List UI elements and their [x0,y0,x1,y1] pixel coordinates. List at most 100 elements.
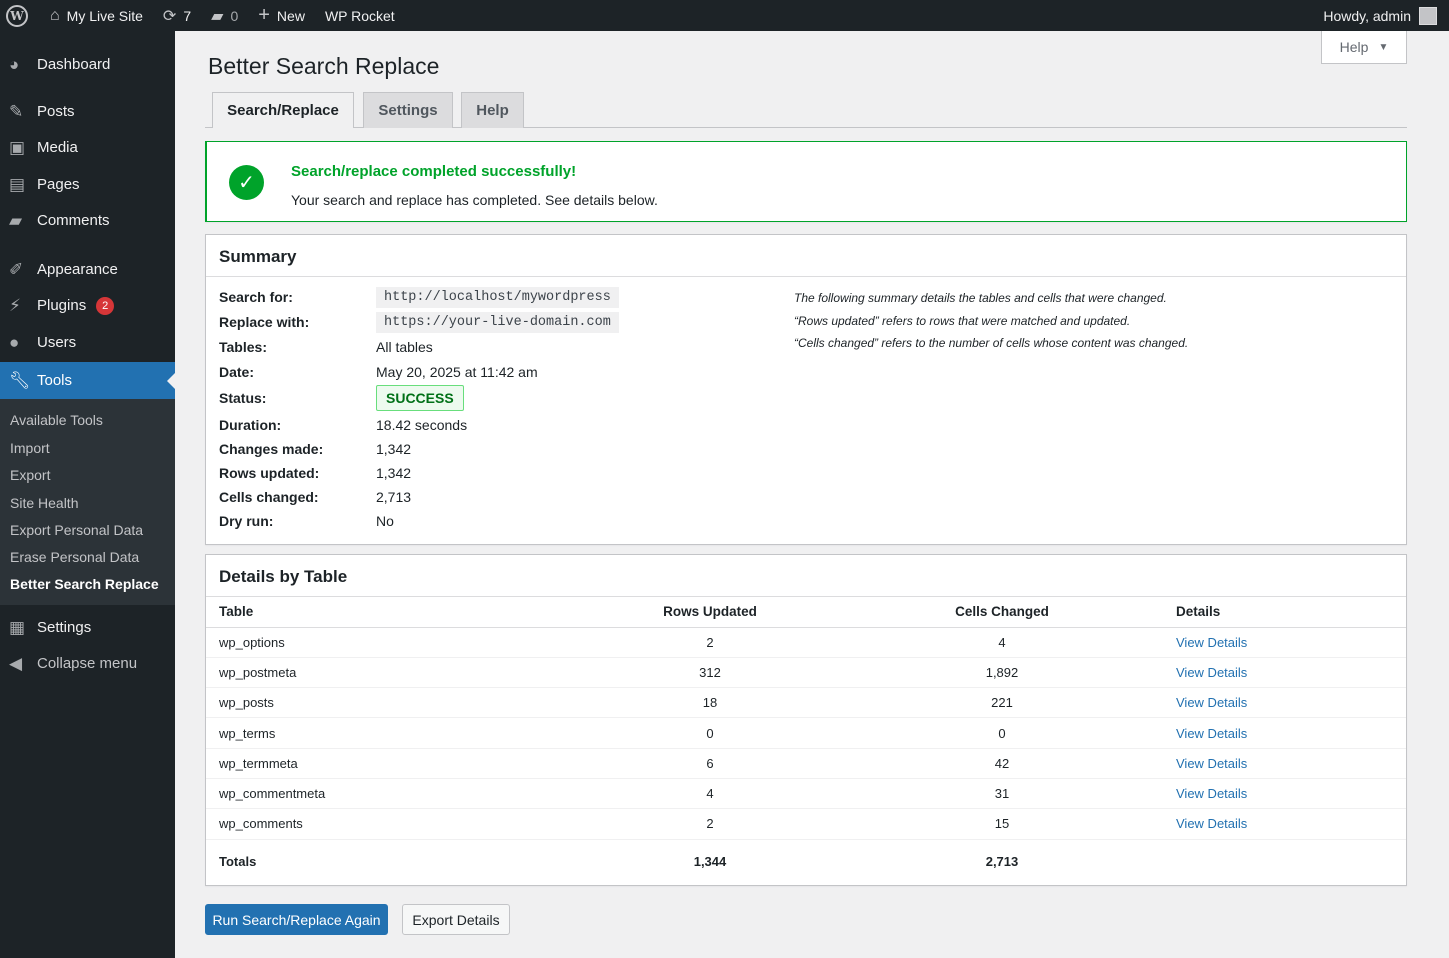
tab-search-replace[interactable]: Search/Replace [212,92,354,128]
run-search-replace-again-button[interactable]: Run Search/Replace Again [205,904,388,935]
column-header-details: Details [1146,597,1406,628]
plug-icon: ⚡ [9,295,21,315]
summary-title: Summary [206,235,1406,277]
export-details-button[interactable]: Export Details [402,904,510,935]
table-row: wp_commentmeta 4 31 View Details [206,778,1406,810]
sidebar-item-appearance[interactable]: ✐ Appearance [0,256,175,283]
sidebar-item-dashboard[interactable]: ◕ Dashboard [0,51,175,78]
cells-changed-cell: 221 [858,687,1146,719]
sidebar-item-media[interactable]: ▣ Media [0,134,175,161]
table-row: wp_comments 2 15 View Details [206,808,1406,840]
view-details-link[interactable]: View Details [1176,786,1247,801]
submenu-export-personal-data[interactable]: Export Personal Data [10,522,143,538]
summary-note: The following summary details the tables… [794,291,1167,305]
totals-cells: 2,713 [985,854,1019,870]
site-name: My Live Site [66,7,143,24]
view-details-link[interactable]: View Details [1176,695,1247,710]
home-icon: ⌂ [50,6,60,24]
notice-text: Your search and replace has completed. S… [291,192,658,208]
view-details-link[interactable]: View Details [1176,665,1247,680]
table-row: wp_postmeta 312 1,892 View Details [206,657,1406,689]
wrench-icon: 🔧︎ [9,370,31,390]
cells-changed-cell: 4 [858,627,1146,658]
details-title: Details by Table [206,555,1406,597]
howdy-label: Howdy, admin [1323,7,1411,24]
admin-sidebar: ◕ Dashboard ✎ Posts ▣ Media ▤ Pages ▰ Co… [0,31,175,958]
rows-updated-cell: 2 [562,627,858,658]
summary-notes: The following summary details the tables… [794,291,1188,359]
comments-count: 0 [230,7,239,24]
summary-label: Rows updated: [219,465,320,481]
rows-updated-cell: 18 [562,687,858,719]
sidebar-item-users[interactable]: ● Users [0,329,175,356]
comment-icon: ▰ [9,210,23,230]
help-tab-button[interactable]: Help ▼ [1321,31,1407,64]
new-label: New [276,7,305,24]
tab-help[interactable]: Help [461,92,524,128]
wp-logo-menu[interactable]: W [0,0,40,31]
submenu-import[interactable]: Import [10,440,50,456]
totals-rows: 1,344 [693,854,727,870]
view-details-link[interactable]: View Details [1176,635,1247,650]
cells-changed-cell: 1,892 [858,657,1146,689]
sidebar-item-label: Tools [37,372,73,389]
submenu-better-search-replace[interactable]: Better Search Replace [10,576,159,592]
tab-settings[interactable]: Settings [363,92,453,128]
collapse-menu-button[interactable]: ◀ Collapse menu [0,650,175,677]
totals-label: Totals [219,854,257,870]
column-header-rows-updated: Rows Updated [562,597,858,628]
summary-box: Summary Search for: http://localhost/myw… [205,234,1407,545]
rows-updated-value: 1,342 [376,465,412,481]
dashboard-icon: ◕ [9,54,20,74]
summary-label: Dry run: [219,513,274,529]
rows-updated-cell: 6 [562,748,858,779]
rows-updated-cell: 312 [562,657,858,689]
sidebar-item-comments[interactable]: ▰ Comments [0,207,175,234]
tables-value: All tables [376,339,433,355]
pages-icon: ▤ [9,174,26,194]
dry-run-value: No [376,513,394,529]
status-badge: SUCCESS [376,385,464,411]
my-account-menu[interactable]: Howdy, admin [1313,0,1449,31]
sidebar-item-tools[interactable]: 🔧︎ Tools [0,362,175,399]
updates-count: 7 [183,7,192,24]
updates-menu[interactable]: ⟳ 7 [153,0,201,31]
table-name-cell: wp_comments [206,808,562,840]
table-name-cell: wp_terms [206,717,562,749]
notice-title: Search/replace completed successfully! [291,163,577,180]
sidebar-item-label: Appearance [37,261,118,278]
nav-tabs: Search/Replace Settings Help [205,92,1407,128]
user-icon: ● [9,332,20,352]
sidebar-item-label: Users [37,334,77,351]
pin-icon: ✎ [9,101,24,121]
page-title: Better Search Replace [208,53,440,79]
media-icon: ▣ [9,137,26,157]
column-header-cells-changed: Cells Changed [858,597,1146,628]
wp-rocket-menu[interactable]: WP Rocket [315,0,405,31]
admin-bar: W ⌂ My Live Site ⟳ 7 ▰ 0 + New WP Rocket… [0,0,1449,31]
updates-icon: ⟳ [162,7,177,25]
details-by-table-box: Details by Table Table Rows Updated Cell… [205,554,1407,886]
search-for-value: http://localhost/mywordpress [376,286,619,308]
new-content-menu[interactable]: + New [248,0,315,31]
rows-updated-cell: 0 [562,717,858,749]
summary-label: Date: [219,364,255,380]
sidebar-item-settings[interactable]: ▦ Settings [0,614,175,641]
submenu-site-health[interactable]: Site Health [10,495,78,511]
sidebar-item-plugins[interactable]: ⚡ Plugins 2 [0,292,175,319]
sidebar-item-posts[interactable]: ✎ Posts [0,98,175,125]
site-name-menu[interactable]: ⌂ My Live Site [40,0,153,31]
view-details-link[interactable]: View Details [1176,816,1247,831]
submenu-available-tools[interactable]: Available Tools [10,412,103,428]
details-table: Table Rows Updated Cells Changed Details… [206,597,1406,884]
rows-updated-cell: 2 [562,808,858,840]
submenu-erase-personal-data[interactable]: Erase Personal Data [10,549,139,565]
sidebar-item-label: Posts [37,103,75,120]
view-details-link[interactable]: View Details [1176,726,1247,741]
cells-changed-cell: 31 [858,778,1146,810]
view-details-link[interactable]: View Details [1176,756,1247,771]
submenu-export[interactable]: Export [10,467,50,483]
sidebar-item-pages[interactable]: ▤ Pages [0,171,175,198]
table-name-cell: wp_postmeta [206,657,562,689]
comments-menu[interactable]: ▰ 0 [201,0,248,31]
